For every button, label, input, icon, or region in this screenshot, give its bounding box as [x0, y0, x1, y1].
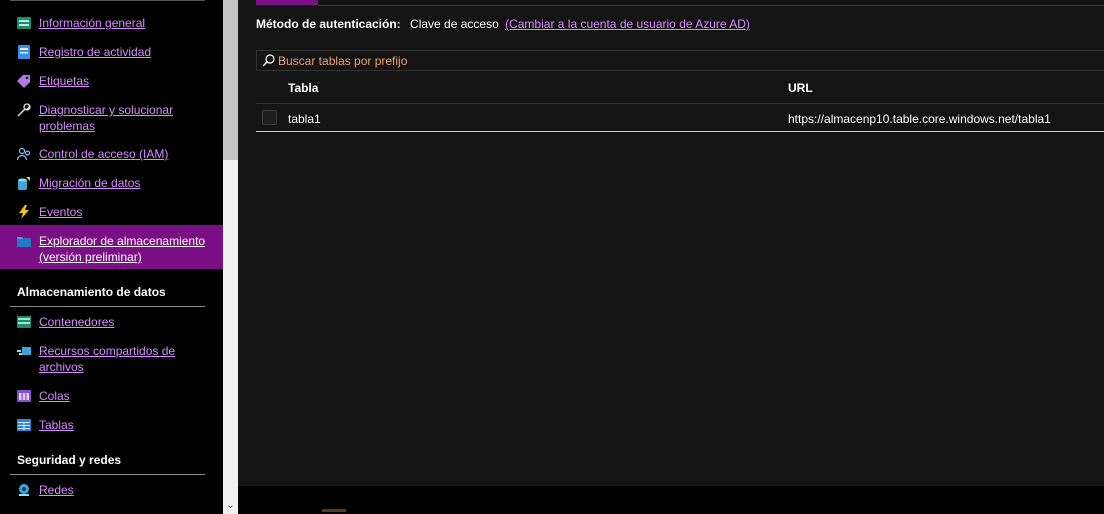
sidebar-item-label: Diagnosticar y solucionar problemas	[39, 103, 174, 133]
containers-icon	[17, 316, 31, 328]
file-shares-icon	[17, 347, 31, 355]
sidebar-item-overview[interactable]: Información general	[0, 15, 223, 31]
activity-log-icon	[18, 45, 30, 59]
sidebar: Información general Registro de activida…	[0, 0, 223, 514]
sidebar-top-divider	[10, 0, 205, 1]
bottom-mark	[322, 509, 346, 512]
networking-icon	[19, 484, 29, 496]
scrollbar-thumb[interactable]	[223, 0, 238, 160]
sidebar-item-label: Etiquetas	[39, 74, 90, 88]
sidebar-item-label: Contenedores	[39, 315, 115, 329]
sidebar-item-label: Colas	[39, 389, 70, 403]
switch-to-azure-ad-link[interactable]: (Cambiar a la cuenta de usuario de Azure…	[505, 17, 750, 31]
lightning-icon	[19, 205, 29, 219]
table-row-divider	[256, 131, 1104, 132]
sidebar-item-label: Explorador de almacenamiento (versión pr…	[39, 234, 206, 264]
section-divider	[10, 306, 205, 307]
section-header-data-storage: Almacenamiento de datos	[17, 285, 166, 299]
sidebar-item-access-control[interactable]: Control de acceso (IAM)	[0, 146, 223, 162]
sidebar-item-events[interactable]: Eventos	[0, 204, 223, 220]
sidebar-item-networking[interactable]: Redes	[0, 482, 223, 498]
sidebar-item-label: Información general	[39, 16, 146, 30]
section-divider	[10, 474, 205, 475]
sidebar-item-label: Registro de actividad	[39, 45, 152, 59]
sidebar-item-label: Tablas	[39, 418, 74, 432]
tables-icon	[17, 419, 31, 431]
sidebar-item-activity-log[interactable]: Registro de actividad	[0, 44, 223, 60]
data-migration-icon	[18, 177, 30, 190]
sidebar-item-file-shares[interactable]: Recursos compartidos de archivos	[0, 343, 223, 375]
sidebar-item-label: Redes	[39, 483, 74, 497]
sidebar-item-data-migration[interactable]: Migración de datos	[0, 175, 223, 191]
people-icon	[17, 147, 31, 161]
column-header-table[interactable]: Tabla	[288, 80, 318, 96]
auth-method-label: Método de autenticación:	[256, 17, 401, 31]
sidebar-item-label: Recursos compartidos de archivos	[39, 344, 176, 374]
column-header-url[interactable]: URL	[788, 80, 813, 96]
main-content	[238, 0, 1104, 486]
tab-bar-divider	[318, 5, 1104, 6]
sidebar-item-tags[interactable]: Etiquetas	[0, 73, 223, 89]
row-checkbox[interactable]	[262, 110, 277, 125]
sidebar-item-label: Eventos	[39, 205, 83, 219]
sidebar-item-diagnose[interactable]: Diagnosticar y solucionar problemas	[0, 102, 223, 134]
sidebar-item-storage-explorer[interactable]: Explorador de almacenamiento (versión pr…	[0, 225, 223, 269]
sidebar-item-label: Control de acceso (IAM)	[39, 147, 169, 161]
table-header-divider	[256, 103, 1104, 104]
storage-explorer-icon	[17, 237, 31, 247]
wrench-icon	[17, 103, 31, 117]
auth-method-row: Método de autenticación: Clave de acceso…	[256, 16, 750, 32]
sidebar-item-containers[interactable]: Contenedores	[0, 314, 223, 330]
queues-icon	[17, 390, 31, 402]
overview-icon	[17, 17, 31, 29]
active-tab-indicator	[256, 0, 318, 5]
bottom-strip	[238, 486, 1104, 514]
section-header-security-networking: Seguridad y redes	[17, 453, 122, 467]
sidebar-item-queues[interactable]: Colas	[0, 388, 223, 404]
sidebar-item-tables[interactable]: Tablas	[0, 417, 223, 433]
sidebar-item-label: Migración de datos	[39, 176, 141, 190]
tag-icon	[17, 75, 30, 88]
search-box[interactable]	[256, 50, 1104, 71]
table-cell-name[interactable]: tabla1	[288, 111, 321, 127]
search-icon	[262, 54, 275, 67]
table-cell-url: https://almacenp10.table.core.windows.ne…	[788, 112, 1051, 126]
chevron-down-icon[interactable]: ⌄	[223, 498, 238, 514]
auth-method-value: Clave de acceso	[410, 17, 499, 31]
search-input[interactable]	[278, 52, 1098, 69]
